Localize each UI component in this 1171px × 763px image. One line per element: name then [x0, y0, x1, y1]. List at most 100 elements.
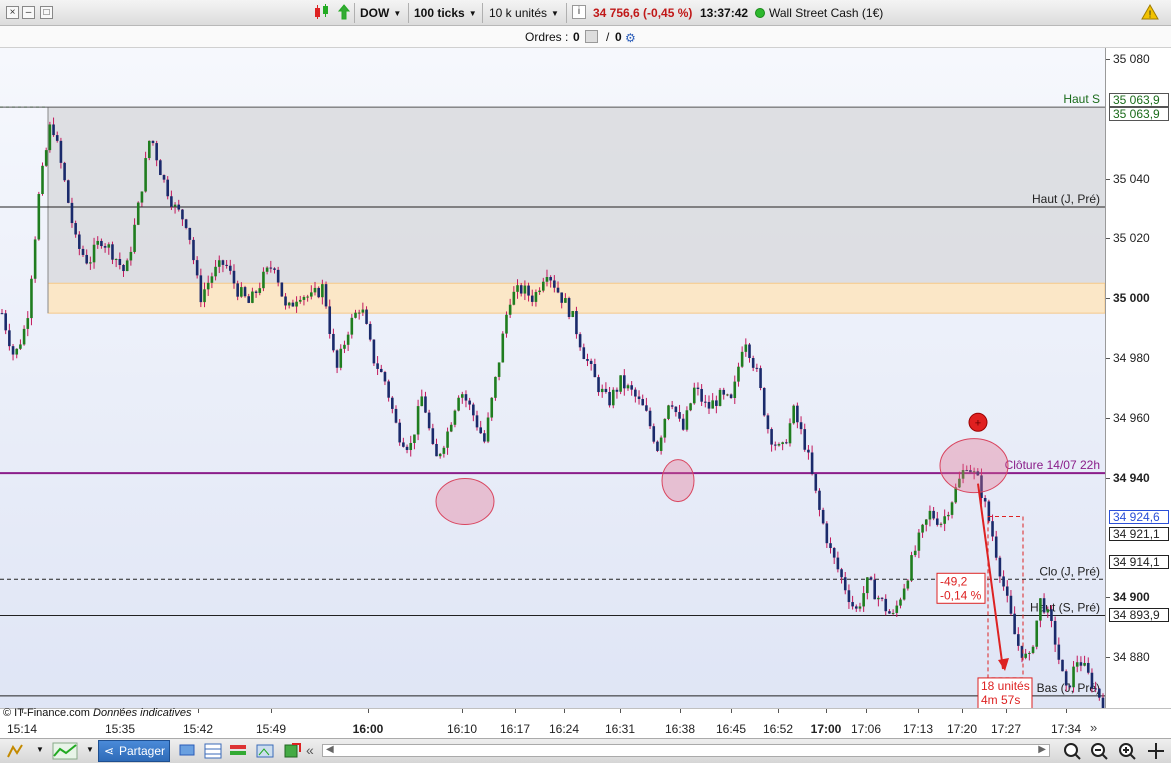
candle-body-230	[847, 590, 851, 603]
candle-body-220	[810, 452, 814, 475]
candle-body-273	[1005, 586, 1009, 596]
candle-body-241	[888, 611, 891, 614]
candle-body-228	[840, 569, 843, 578]
indicators-caret-icon[interactable]: ▼	[86, 745, 94, 754]
instrument-dropdown[interactable]: DOW ▼	[360, 4, 401, 22]
info-icon[interactable]: i	[572, 5, 586, 19]
screenshot-icon[interactable]	[255, 742, 275, 760]
candle-body-42	[155, 143, 158, 161]
candle-body-116	[427, 412, 431, 429]
candle-body-287	[1057, 644, 1061, 660]
candle-body-115	[424, 396, 427, 413]
scroll-right-icon[interactable]: »	[1090, 720, 1097, 735]
candle-body-282	[1039, 598, 1042, 621]
y-tick-label: 34 900	[1113, 590, 1150, 605]
candle-body-56	[206, 282, 210, 290]
scrollbar-left-arrow-icon[interactable]: ◀	[326, 744, 334, 755]
candle-body-188	[692, 387, 696, 404]
candle-body-206	[759, 368, 762, 389]
candle-body-168	[619, 375, 622, 392]
drawing-tools-icon[interactable]	[6, 742, 26, 760]
candle-body-38	[140, 191, 144, 203]
scrollbar-right-arrow-icon[interactable]: ▶	[1038, 744, 1046, 755]
ticks-dropdown[interactable]: 100 ticks ▼	[414, 4, 477, 22]
candle-body-100	[368, 323, 372, 340]
minimize-window-icon[interactable]: –	[22, 6, 35, 19]
chart-canvas[interactable]: Haut S Haut (J, Pré) Clôture 14/07 22h Clo …	[0, 48, 1106, 716]
indicators-icon[interactable]	[52, 742, 78, 760]
candle-body-140	[516, 285, 519, 292]
candle-body-93	[343, 344, 346, 349]
signal-icon[interactable]	[336, 3, 356, 21]
share-button[interactable]: ⋖ Partager	[98, 740, 170, 762]
compare-icon[interactable]	[228, 742, 248, 760]
candle-body-231	[851, 602, 854, 607]
candle-body-142	[523, 285, 527, 294]
measure-change-pct: -0,14 %	[940, 588, 982, 602]
price-chart[interactable]: Haut S Haut (J, Pré) Clôture 14/07 22h Clo …	[0, 48, 1106, 716]
candle-body-53	[195, 260, 199, 276]
y-tick-label: 34 940	[1113, 470, 1150, 485]
alert-bell-icon[interactable]: !	[1140, 3, 1160, 21]
candlestick-type-icon[interactable]	[312, 3, 332, 21]
orders-list-icon[interactable]	[585, 30, 598, 43]
candle-body-259	[954, 487, 958, 503]
candle-body-213	[785, 442, 788, 444]
candle-body-122	[449, 424, 453, 432]
candle-body-180	[663, 418, 667, 438]
candle-body-190	[700, 388, 703, 402]
zoom-in-icon[interactable]	[1118, 742, 1138, 760]
table-icon[interactable]	[203, 742, 223, 760]
candle-body-138	[508, 304, 512, 315]
zoom-fit-icon[interactable]	[1062, 742, 1082, 760]
candle-body-280	[1031, 646, 1035, 653]
candle-body-193	[711, 400, 714, 409]
close-window-icon[interactable]: ×	[6, 6, 19, 19]
candle-body-75	[276, 269, 280, 283]
candle-body-29	[107, 244, 111, 248]
candle-body-19	[70, 202, 74, 224]
candle-body-205	[755, 367, 759, 369]
x-tick-label: 15:49	[255, 722, 287, 736]
candle-body-81	[298, 299, 302, 302]
export-icon[interactable]	[282, 742, 302, 760]
candle-body-290	[1068, 685, 1072, 688]
crosshair-icon[interactable]	[1146, 742, 1166, 760]
y-tick-mark	[1106, 417, 1110, 419]
candle-body-299	[1101, 697, 1105, 710]
price-axis[interactable]: 35 080 35 040 35 020 35 000 34 980 34 960 34 9…	[1105, 48, 1171, 708]
candle-body-249	[917, 532, 921, 551]
candle-body-229	[843, 577, 847, 591]
candle-body-283	[1042, 598, 1046, 613]
candle-body-279	[1028, 652, 1031, 654]
x-tick-label: 16:38	[664, 722, 696, 736]
candle-body-143	[527, 285, 530, 296]
settings-gear-icon[interactable]: ⚙	[625, 31, 636, 45]
candle-body-71	[262, 271, 265, 289]
candle-body-155	[571, 311, 575, 317]
candle-body-46	[170, 196, 173, 207]
units-dropdown[interactable]: 10 k unités ▼	[489, 4, 559, 22]
x-tick-mark	[1006, 709, 1007, 713]
candle-body-141	[519, 285, 523, 294]
candle-body-72	[265, 267, 269, 272]
time-axis[interactable]: © IT-Finance.com Données indicatives » 1…	[0, 707, 1171, 738]
candle-body-52	[192, 239, 195, 261]
x-tick-mark	[271, 709, 272, 713]
history-scrollbar[interactable]: ◀ ▶	[322, 744, 1050, 757]
candle-body-296	[1090, 672, 1094, 689]
drawing-caret-icon[interactable]: ▼	[36, 745, 44, 754]
last-price: 34 756,6 (-0,45 %)	[593, 6, 693, 20]
candle-body-236	[869, 577, 873, 580]
chat-icon[interactable]	[178, 742, 198, 760]
candle-body-183	[674, 406, 678, 413]
candle-body-275	[1013, 613, 1016, 635]
maximize-window-icon[interactable]: □	[40, 6, 53, 19]
candle-body-103	[379, 368, 383, 373]
candle-body-212	[781, 442, 784, 445]
candle-body-294	[1083, 662, 1086, 666]
zoom-out-icon[interactable]	[1090, 742, 1110, 760]
candle-body-73	[269, 267, 273, 269]
candle-body-285	[1050, 609, 1053, 621]
scroll-left-icon[interactable]: «	[306, 742, 314, 758]
